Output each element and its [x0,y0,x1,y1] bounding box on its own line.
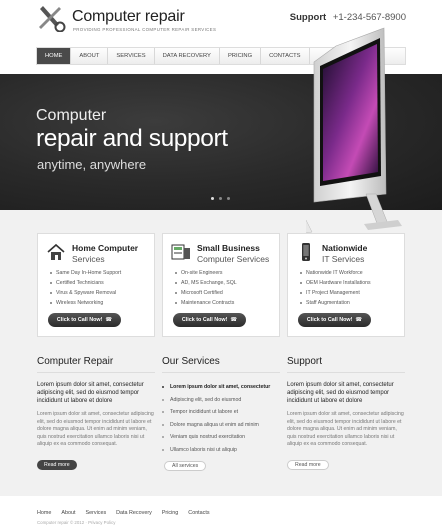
column-computer-repair: Computer Repair Lorem ipsum dolor sit am… [37,356,155,449]
call-now-button[interactable]: Click to Call Now! ☎ [173,313,246,327]
footer-link-services[interactable]: Services [85,510,106,516]
card-small-business: Small Business Computer Services On-site… [162,233,280,337]
divider [37,372,155,373]
service-link[interactable]: Ullamco laboris nisi ut aliquip [162,444,280,457]
service-link[interactable]: Veniam quis nostrud exercitation [162,431,280,444]
column-title: Support [287,356,323,367]
divider [162,372,280,373]
card-subtitle: Services [72,254,105,264]
footer-link-pricing[interactable]: Pricing [162,510,178,516]
column-our-services: Our Services Lorem ipsum dolor sit amet,… [162,356,280,456]
phone-icon: ☎ [105,317,113,323]
column-support: Support Lorem ipsum dolor sit amet, cons… [287,356,405,449]
tools-icon [39,6,66,32]
card-list-item: Microsoft Certified [175,288,237,298]
card-list-item: Virus & Spyware Removal [50,288,121,298]
slide-dot-1[interactable] [211,197,214,200]
card-subtitle: IT Services [322,254,365,264]
card-title: Small Business [197,243,260,253]
card-list-item: AD, MS Exchange, SQL [175,278,237,288]
card-list: Same Day In-Home Support Certified Techn… [50,268,121,308]
nav-home[interactable]: Home [37,48,72,64]
phone-icon: ☎ [355,317,363,323]
card-list-item: Same Day In-Home Support [50,268,121,278]
footer-link-data-recovery[interactable]: Data Recovery [116,510,152,516]
hero-subline: anytime, anywhere [37,157,147,172]
call-now-label: Click to Call Now! [56,317,103,323]
phone-icon: ☎ [230,317,238,323]
service-link[interactable]: Tempor incididunt ut labore et [162,406,280,419]
hero-headline: repair and support [36,125,228,152]
footer-nav: Home About Services Data Recovery Pricin… [37,510,210,516]
call-now-button[interactable]: Click to Call Now! ☎ [48,313,121,327]
card-list-item: IT Project Management [300,288,371,298]
column-lead: Lorem ipsum dolor sit amet, consectetur … [287,382,394,404]
hero-line-1: Computer [36,107,107,124]
slide-dot-3[interactable] [227,197,230,200]
column-title: Computer Repair [37,356,114,367]
card-home-computer: Home Computer Services Same Day In-Home … [37,233,155,337]
copyright: Computer repair © 2012 · Privacy Policy [37,520,116,525]
card-list-item: Wireless Networking [50,298,121,308]
footer-link-home[interactable]: Home [37,510,51,516]
card-list: Nationwide IT Workforce OEM Hardware Ins… [300,268,371,308]
card-list: On-site Engineers AD, MS Exchange, SQL M… [175,268,237,308]
card-list-item: Certified Technicians [50,278,121,288]
service-link[interactable]: Dolore magna aliqua ut enim ad minim [162,419,280,432]
service-link[interactable]: Adipiscing elit, sed do eiusmod [162,394,280,407]
footer-link-about[interactable]: About [61,510,75,516]
card-list-item: Nationwide IT Workforce [300,268,371,278]
all-services-button[interactable]: All services [164,461,207,471]
column-lead: Lorem ipsum dolor sit amet, consectetur … [37,382,144,404]
card-title: Nationwide [322,243,368,253]
imac-image [306,27,402,234]
support-label: Support [289,12,327,23]
logo-title[interactable]: Computer repair [72,8,185,26]
card-list-item: OEM Hardware Installations [300,278,371,288]
call-now-button[interactable]: Click to Call Now! ☎ [298,313,371,327]
site-footer: Home About Services Data Recovery Pricin… [0,496,442,528]
call-now-label: Click to Call Now! [306,317,353,323]
card-list-item: Staff Augmentation [300,298,371,308]
column-body: Lorem ipsum dolor sit amet, consectetur … [37,411,154,447]
call-now-label: Click to Call Now! [181,317,228,323]
card-nationwide: Nationwide IT Services Nationwide IT Wor… [287,233,405,337]
read-more-button[interactable]: Read more [37,460,77,470]
divider [287,372,405,373]
slider-pagination [211,197,230,200]
footer-link-contacts[interactable]: Contacts [188,510,209,516]
card-list-item: Maintenance Contracts [175,298,237,308]
column-title: Our Services [162,356,220,367]
card-subtitle: Computer Services [197,254,270,264]
nav-about[interactable]: About [71,48,109,64]
column-body: Lorem ipsum dolor sit amet, consectetur … [287,411,404,447]
slide-dot-2[interactable] [219,197,222,200]
service-link[interactable]: Lorem ipsum dolor sit amet, consectetur [162,381,280,394]
nav-pricing[interactable]: Pricing [220,48,262,64]
nav-data-recovery[interactable]: Data Recovery [155,48,220,64]
nav-contacts[interactable]: Contacts [261,48,310,64]
card-title: Home Computer [72,243,139,253]
logo-tagline: Providing professional computer repair s… [73,27,217,32]
house-icon [47,243,65,260]
phone-icon [302,243,310,261]
services-list: Lorem ipsum dolor sit amet, consectetur … [162,381,280,456]
read-more-button[interactable]: Read more [287,460,329,470]
support-phone: Support +1-234-567-8900 [290,12,406,23]
server-icon [171,244,190,260]
card-list-item: On-site Engineers [175,268,237,278]
nav-services[interactable]: Services [108,48,155,64]
support-number: +1-234-567-8900 [332,12,406,23]
